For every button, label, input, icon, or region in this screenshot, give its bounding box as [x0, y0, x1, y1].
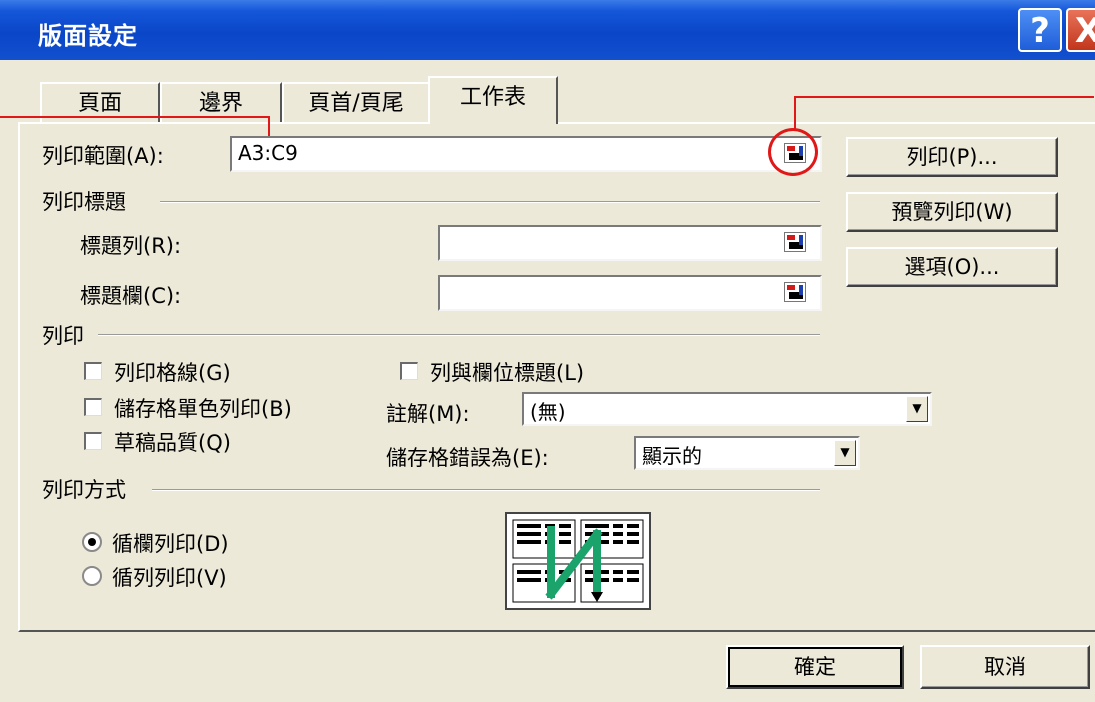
draft-quality-label[interactable]: 草稿品質(Q): [114, 427, 231, 457]
cols-to-repeat-label: 標題欄(C):: [80, 284, 182, 308]
annotation-line-right: [794, 96, 1094, 98]
annotation-circle: [768, 128, 818, 176]
comments-value: (無): [530, 400, 566, 424]
print-preview-button[interactable]: 預覽列印(W): [846, 192, 1058, 232]
annotation-line-left-drop: [268, 116, 270, 136]
down-then-over-radio[interactable]: [82, 532, 102, 552]
black-white-label[interactable]: 儲存格單色列印(B): [114, 393, 292, 423]
rows-collapse-icon[interactable]: [784, 232, 806, 252]
over-then-down-radio[interactable]: [82, 566, 102, 586]
print-titles-label: 列印標題: [42, 190, 126, 214]
down-then-over-label[interactable]: 循欄列印(D): [112, 528, 229, 558]
dialog-title: 版面設定: [38, 22, 138, 50]
comments-select[interactable]: (無) ▼: [522, 392, 932, 426]
options-button[interactable]: 選項(O)...: [846, 247, 1058, 287]
print-section-divider: [98, 334, 820, 336]
chevron-down-icon[interactable]: ▼: [834, 440, 856, 466]
print-titles-divider: [160, 201, 820, 203]
cancel-button[interactable]: 取消: [920, 645, 1090, 689]
rows-to-repeat-label: 標題列(R):: [80, 234, 182, 258]
page-setup-dialog: 版面設定 ? X 頁面 邊界 頁首/頁尾 工作表 列印範圍(A): A3:C9 …: [0, 0, 1095, 702]
ok-button[interactable]: 確定: [726, 645, 904, 689]
cell-errors-value: 顯示的: [642, 444, 702, 468]
cols-collapse-icon[interactable]: [784, 282, 806, 302]
print-area-label: 列印範圍(A):: [42, 144, 164, 168]
draft-quality-checkbox[interactable]: [84, 432, 102, 450]
annotation-line-left: [0, 116, 270, 118]
page-order-preview-icon: [505, 512, 651, 610]
black-white-checkbox[interactable]: [84, 398, 102, 416]
over-then-down-label[interactable]: 循列列印(V): [112, 562, 227, 592]
tab-sheet[interactable]: 工作表: [428, 76, 558, 124]
row-col-headings-label[interactable]: 列與欄位標題(L): [430, 357, 584, 387]
cell-errors-label: 儲存格錯誤為(E):: [386, 446, 549, 470]
print-section-label: 列印: [42, 324, 84, 348]
gridlines-checkbox[interactable]: [84, 362, 102, 380]
print-area-input[interactable]: A3:C9: [230, 136, 822, 172]
close-button[interactable]: X: [1066, 8, 1095, 52]
help-button[interactable]: ?: [1018, 8, 1062, 52]
print-button[interactable]: 列印(P)...: [846, 137, 1058, 177]
page-order-divider: [152, 489, 820, 491]
rows-to-repeat-input[interactable]: [438, 225, 822, 261]
gridlines-label[interactable]: 列印格線(G): [114, 357, 231, 387]
comments-label: 註解(M):: [386, 402, 470, 426]
annotation-line-right-drop: [794, 96, 796, 130]
tab-header-footer[interactable]: 頁首/頁尾: [282, 82, 430, 122]
page-order-label: 列印方式: [42, 478, 126, 502]
row-col-headings-checkbox[interactable]: [400, 362, 418, 380]
cols-to-repeat-input[interactable]: [438, 275, 822, 311]
cell-errors-select[interactable]: 顯示的 ▼: [634, 436, 860, 470]
title-bar[interactable]: 版面設定 ? X: [0, 0, 1095, 60]
chevron-down-icon[interactable]: ▼: [906, 396, 928, 422]
print-area-value: A3:C9: [238, 141, 298, 165]
